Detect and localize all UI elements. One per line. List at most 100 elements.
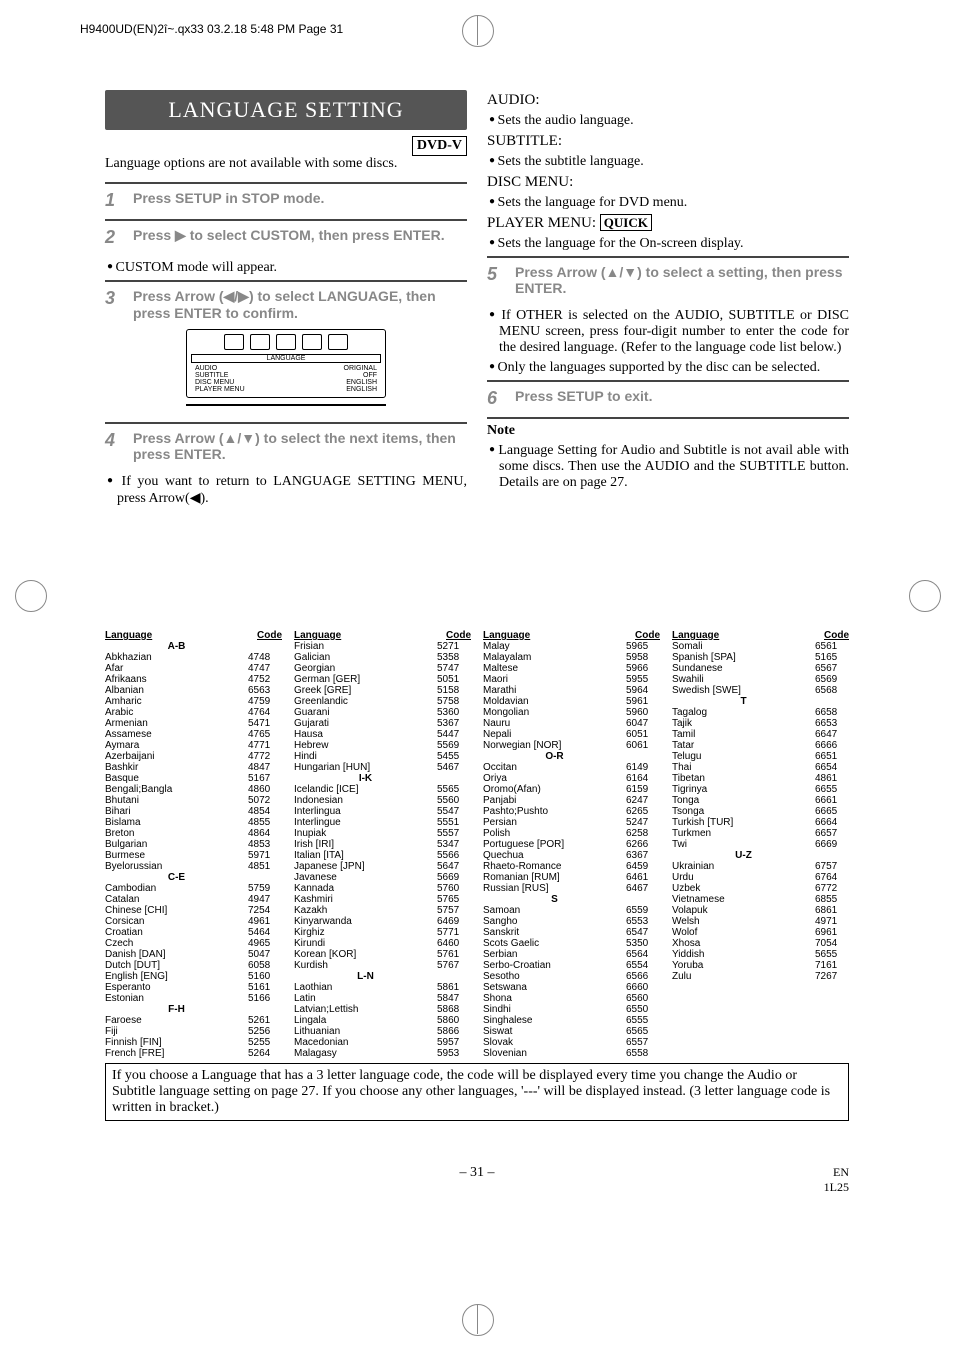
code-row: Greek [GRE]5158 bbox=[294, 685, 471, 696]
code-row: Irish [IRI]5347 bbox=[294, 839, 471, 850]
code-row: Siswat6565 bbox=[483, 1026, 660, 1037]
code-row: Macedonian5957 bbox=[294, 1037, 471, 1048]
section-title: LANGUAGE SETTING bbox=[105, 90, 467, 130]
code-row: Marathi5964 bbox=[483, 685, 660, 696]
osd-row: AUDIOORIGINAL bbox=[191, 365, 381, 372]
code-row: Ukrainian6757 bbox=[672, 861, 849, 872]
code-row: Faroese5261 bbox=[105, 1015, 282, 1026]
code-row: Tamil6647 bbox=[672, 729, 849, 740]
osd-screen-icon bbox=[276, 334, 296, 350]
code-row: Sangho6553 bbox=[483, 916, 660, 927]
step-4: 4 Press Arrow (▲/▼) to select the next i… bbox=[105, 422, 467, 470]
code-row: Rhaeto-Romance6459 bbox=[483, 861, 660, 872]
code-row: Tsonga6665 bbox=[672, 806, 849, 817]
right-column: AUDIO: Sets the audio language. SUBTITLE… bbox=[487, 90, 849, 511]
code-row: Afrikaans4752 bbox=[105, 674, 282, 685]
code-row: Yoruba7161 bbox=[672, 960, 849, 971]
code-row: Bulgarian4853 bbox=[105, 839, 282, 850]
code-row: Mongolian5960 bbox=[483, 707, 660, 718]
step-number: 5 bbox=[487, 264, 511, 285]
code-row: Afar4747 bbox=[105, 663, 282, 674]
code-row: Armenian5471 bbox=[105, 718, 282, 729]
code-row: Lingala5860 bbox=[294, 1015, 471, 1026]
osd-illustration: LANGUAGE AUDIOORIGINALSUBTITLEOFFDISC ME… bbox=[186, 329, 386, 406]
code-row: Nepali6051 bbox=[483, 729, 660, 740]
code-row: Maltese5966 bbox=[483, 663, 660, 674]
code-row: Scots Gaelic5350 bbox=[483, 938, 660, 949]
code-row: Pashto;Pushto6265 bbox=[483, 806, 660, 817]
audio-desc: Sets the audio language. bbox=[487, 113, 849, 129]
step-number: 3 bbox=[105, 288, 129, 309]
code-row: Bhutani5072 bbox=[105, 795, 282, 806]
code-row: Uzbek6772 bbox=[672, 883, 849, 894]
osd-row: SUBTITLEOFF bbox=[191, 372, 381, 379]
code-row: Telugu6651 bbox=[672, 751, 849, 762]
code-row: Kinyarwanda6469 bbox=[294, 916, 471, 927]
code-row: Hebrew5569 bbox=[294, 740, 471, 751]
code-row: Laothian5861 bbox=[294, 982, 471, 993]
code-row: Icelandic [ICE]5565 bbox=[294, 784, 471, 795]
table-footnote: If you choose a Language that has a 3 le… bbox=[105, 1063, 849, 1121]
code-row: Norwegian [NOR]6061 bbox=[483, 740, 660, 751]
code-row: S bbox=[483, 894, 660, 905]
playermenu-label: PLAYER MENU: bbox=[487, 215, 596, 231]
code-row: Wolof6961 bbox=[672, 927, 849, 938]
subtitle-desc: Sets the subtitle language. bbox=[487, 154, 849, 170]
code-row: Bengali;Bangla4860 bbox=[105, 784, 282, 795]
step-4-note: If you want to return to LANGUAGE SETTIN… bbox=[105, 474, 467, 507]
step-text: Press Arrow (▲/▼) to select a setting, t… bbox=[515, 264, 847, 296]
code-row: Oromo(Afan)6159 bbox=[483, 784, 660, 795]
step-text: Press ▶ to select CUSTOM, then press ENT… bbox=[133, 227, 465, 244]
code-row: Italian [ITA]5566 bbox=[294, 850, 471, 861]
code-row: French [FRE]5264 bbox=[105, 1048, 282, 1059]
discmenu-desc: Sets the language for DVD menu. bbox=[487, 195, 849, 211]
step-6: 6 Press SETUP to exit. bbox=[487, 380, 849, 419]
code-row: Frisian5271 bbox=[294, 641, 471, 652]
osd-row: PLAYER MENUENGLISH bbox=[191, 386, 381, 393]
step-number: 4 bbox=[105, 430, 129, 451]
step-2: 2 Press ▶ to select CUSTOM, then press E… bbox=[105, 219, 467, 256]
code-row: Finnish [FIN]5255 bbox=[105, 1037, 282, 1048]
code-row: Latin5847 bbox=[294, 993, 471, 1004]
code-row: Kashmiri5765 bbox=[294, 894, 471, 905]
code-row: German [GER]5051 bbox=[294, 674, 471, 685]
code-row: Volapuk6861 bbox=[672, 905, 849, 916]
page-footer: – 31 – EN1L25 bbox=[105, 1165, 849, 1181]
code-row: Danish [DAN]5047 bbox=[105, 949, 282, 960]
code-row: Singhalese6555 bbox=[483, 1015, 660, 1026]
osd-screen-icon bbox=[302, 334, 322, 350]
discmenu-heading: DISC MENU: bbox=[487, 174, 849, 191]
code-row: Portuguese [POR]6266 bbox=[483, 839, 660, 850]
code-row: Sesotho6566 bbox=[483, 971, 660, 982]
left-column: LANGUAGE SETTING DVD-V Language options … bbox=[105, 90, 467, 511]
code-row: Zulu7267 bbox=[672, 971, 849, 982]
step-2-note: CUSTOM mode will appear. bbox=[105, 260, 467, 276]
code-row: Japanese [JPN]5647 bbox=[294, 861, 471, 872]
step-text: Press Arrow (◀/▶) to select LANGUAGE, th… bbox=[133, 288, 465, 321]
code-row: Turkish [TUR]6664 bbox=[672, 817, 849, 828]
code-row: F-H bbox=[105, 1004, 282, 1015]
code-row: L-N bbox=[294, 971, 471, 982]
code-row: Estonian5166 bbox=[105, 993, 282, 1004]
code-row: Somali6561 bbox=[672, 641, 849, 652]
code-row: Moldavian5961 bbox=[483, 696, 660, 707]
code-row: Fiji5256 bbox=[105, 1026, 282, 1037]
code-column: LanguageCodeMalay5965Malayalam5958Maltes… bbox=[483, 630, 660, 1059]
code-row: Shona6560 bbox=[483, 993, 660, 1004]
code-row: Kirghiz5771 bbox=[294, 927, 471, 938]
registration-mark-right bbox=[909, 580, 939, 610]
intro-text: Language options are not available with … bbox=[105, 156, 467, 172]
code-row: Croatian5464 bbox=[105, 927, 282, 938]
step-3: 3 Press Arrow (◀/▶) to select LANGUAGE, … bbox=[105, 280, 467, 422]
code-row: Hindi5455 bbox=[294, 751, 471, 762]
code-row: Kurdish5767 bbox=[294, 960, 471, 971]
code-row: Esperanto5161 bbox=[105, 982, 282, 993]
print-header: H9400UD(EN)2î~.qx33 03.2.18 5:48 PM Page… bbox=[80, 22, 343, 36]
code-row: Burmese5971 bbox=[105, 850, 282, 861]
code-row: Swahili6569 bbox=[672, 674, 849, 685]
code-row: Slovenian6558 bbox=[483, 1048, 660, 1059]
step-1: 1 Press SETUP in STOP mode. bbox=[105, 182, 467, 219]
code-row: Panjabi6247 bbox=[483, 795, 660, 806]
code-row: Cambodian5759 bbox=[105, 883, 282, 894]
code-row: Hausa5447 bbox=[294, 729, 471, 740]
